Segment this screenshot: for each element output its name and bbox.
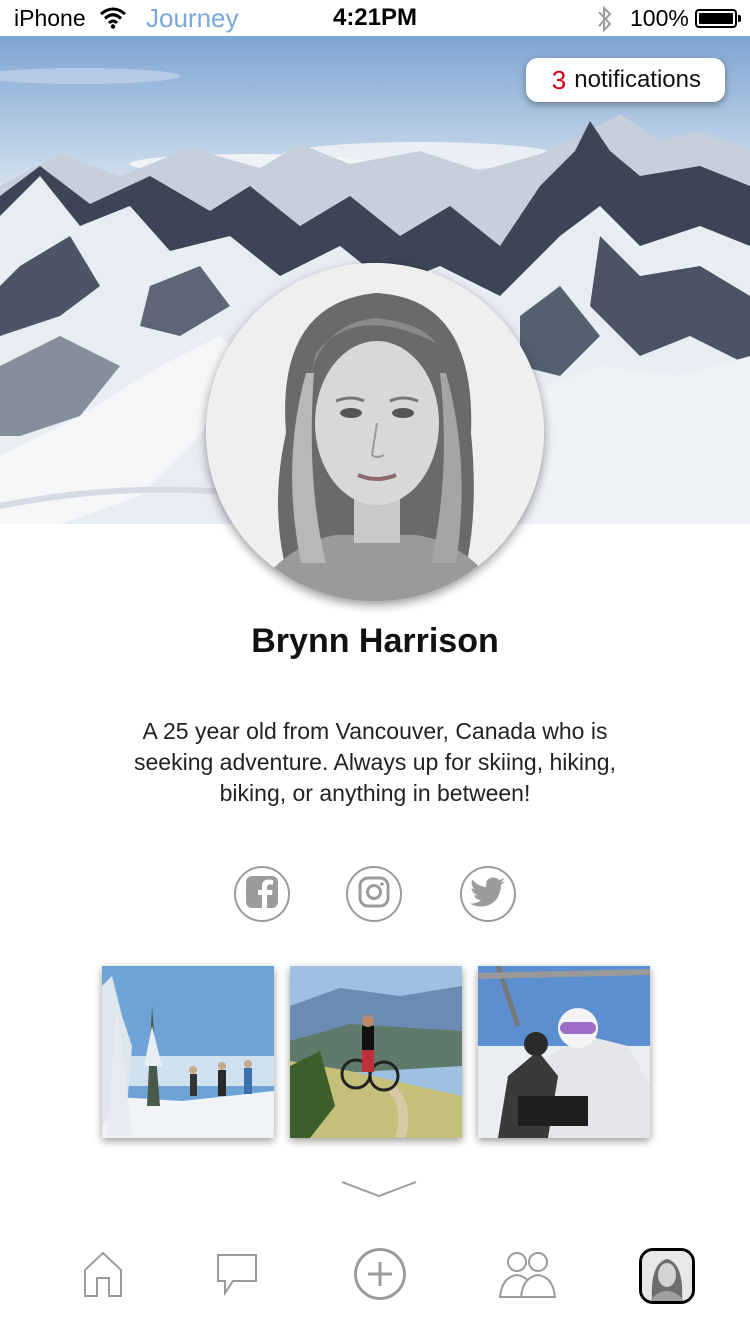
- app-name: Journey: [146, 3, 239, 33]
- profile-avatar[interactable]: [206, 263, 544, 601]
- bluetooth-icon: [596, 5, 614, 38]
- status-bar: iPhone Journey 4:21PM 100%: [0, 0, 750, 36]
- tab-add[interactable]: [350, 1246, 410, 1306]
- twitter-icon: [470, 877, 506, 912]
- notifications-button[interactable]: 3 notifications: [525, 58, 725, 102]
- wifi-icon: [100, 7, 126, 34]
- home-icon: [81, 1250, 125, 1303]
- chevron-down-icon[interactable]: [340, 1178, 418, 1205]
- profile-avatar-tab-icon: [639, 1248, 695, 1304]
- gallery-photo-skiing[interactable]: [478, 966, 650, 1138]
- instagram-button[interactable]: [346, 866, 402, 922]
- facebook-button[interactable]: [234, 866, 290, 922]
- instagram-icon: [357, 875, 391, 914]
- gallery-photo-hiking[interactable]: [102, 966, 274, 1138]
- facebook-icon: [245, 875, 279, 914]
- tab-profile[interactable]: [637, 1246, 697, 1306]
- profile-bio: A 25 year old from Vancouver, Canada who…: [134, 718, 616, 806]
- tab-home[interactable]: [73, 1246, 133, 1306]
- plus-circle-icon: [353, 1247, 407, 1306]
- tab-friends[interactable]: [497, 1246, 557, 1306]
- chat-bubble-icon: [215, 1251, 259, 1302]
- profile-name: Brynn Harrison: [251, 622, 499, 660]
- notifications-count: 3: [551, 64, 567, 95]
- twitter-button[interactable]: [460, 866, 516, 922]
- people-icon: [497, 1249, 557, 1304]
- tab-messages[interactable]: [207, 1246, 267, 1306]
- gallery-photo-biking[interactable]: [290, 966, 462, 1138]
- carrier-label: iPhone: [14, 5, 86, 31]
- tab-bar: [0, 1230, 750, 1334]
- notifications-label: notifications: [574, 66, 701, 93]
- battery-percent: 100%: [630, 5, 689, 31]
- battery-icon: [695, 9, 741, 28]
